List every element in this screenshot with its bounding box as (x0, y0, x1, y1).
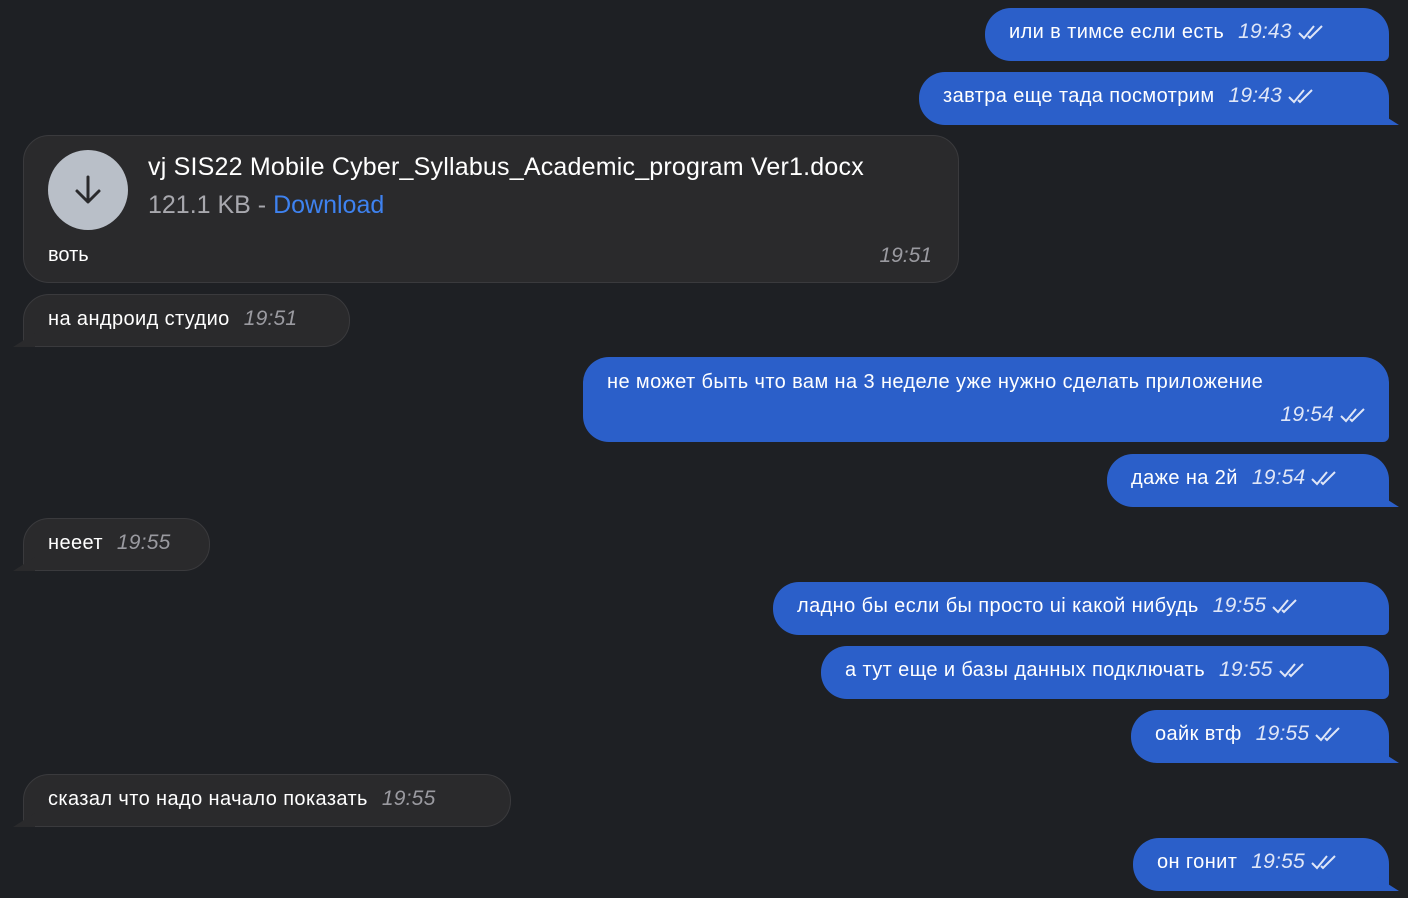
message-time: 19:51 (879, 244, 932, 267)
double-check-icon (1310, 469, 1340, 487)
message-text: даже на 2й (1131, 467, 1238, 489)
message-outgoing[interactable]: даже на 2й 19:54 (1107, 454, 1399, 507)
message-outgoing[interactable]: не может быть что вам на 3 неделе уже ну… (583, 357, 1389, 442)
chat-view: { "messages": [ {"direction": "out", "te… (0, 0, 1408, 898)
message-text: ладно бы если бы просто ui какой нибудь (797, 595, 1199, 617)
double-check-icon (1314, 725, 1344, 743)
bubble-tail (13, 813, 35, 827)
double-check-icon (1287, 87, 1317, 105)
message-incoming[interactable]: нееет 19:55 (13, 518, 210, 571)
message-text: или в тимсе если есть (1009, 21, 1225, 43)
message-text: нееет (48, 532, 103, 554)
message-time: 19:43 (1238, 20, 1292, 43)
message-time: 19:43 (1228, 84, 1283, 107)
message-text: оайк втф (1155, 723, 1242, 745)
message-outgoing[interactable]: он гонит 19:55 (1133, 838, 1399, 891)
bubble-tail (13, 557, 35, 571)
bubble-tail (1377, 749, 1399, 763)
bubble-tail (13, 333, 35, 347)
message-text: сказал что надо начало показать (48, 788, 368, 810)
message-time: 19:55 (1212, 594, 1267, 617)
file-meta: 121.1 KB - Download (148, 192, 384, 218)
message-outgoing[interactable]: ладно бы если бы просто ui какой нибудь … (773, 582, 1389, 635)
double-check-icon (1339, 406, 1369, 424)
file-caption: воть (48, 244, 89, 266)
download-arrow-icon[interactable] (48, 150, 128, 230)
message-outgoing[interactable]: а тут еще и базы данных подключать 19:55 (821, 646, 1389, 699)
message-outgoing[interactable]: или в тимсе если есть 19:43 (985, 8, 1389, 61)
message-time: 19:51 (243, 307, 298, 330)
double-check-icon (1310, 853, 1340, 871)
file-size: 121.1 KB (148, 191, 251, 219)
message-text: не может быть что вам на 3 неделе уже ну… (607, 371, 1264, 393)
double-check-icon (1278, 661, 1308, 679)
message-time: 19:55 (1255, 722, 1310, 745)
message-text: он гонит (1157, 851, 1238, 873)
message-incoming[interactable]: сказал что надо начало показать 19:55 (13, 774, 511, 827)
bubble-tail (1377, 877, 1399, 891)
bubble-tail (1377, 111, 1399, 125)
message-time: 19:55 (1219, 658, 1273, 681)
double-check-icon (1297, 23, 1327, 41)
message-time: 19:55 (116, 531, 171, 554)
file-name: vj SIS22 Mobile Cyber_Syllabus_Academic_… (148, 153, 864, 181)
download-link[interactable]: Download (273, 191, 384, 219)
message-text: завтра еще тада посмотрим (943, 85, 1215, 107)
message-time: 19:55 (1251, 850, 1305, 873)
message-incoming[interactable]: на андроид студио 19:51 (13, 294, 350, 347)
message-time: 19:55 (381, 787, 436, 810)
message-outgoing[interactable]: завтра еще тада посмотрим 19:43 (919, 72, 1399, 125)
bubble-tail (1377, 493, 1399, 507)
message-time: 19:54 (1280, 403, 1334, 426)
meta-separator: - (250, 191, 274, 219)
message-text: а тут еще и базы данных подключать (845, 659, 1206, 681)
message-incoming-file[interactable]: vj SIS22 Mobile Cyber_Syllabus_Academic_… (23, 135, 959, 283)
double-check-icon (1271, 597, 1301, 615)
message-time: 19:54 (1251, 466, 1306, 489)
message-outgoing[interactable]: оайк втф 19:55 (1131, 710, 1399, 763)
message-text: на андроид студио (48, 308, 230, 330)
message-meta: 19:54 (1280, 402, 1369, 428)
